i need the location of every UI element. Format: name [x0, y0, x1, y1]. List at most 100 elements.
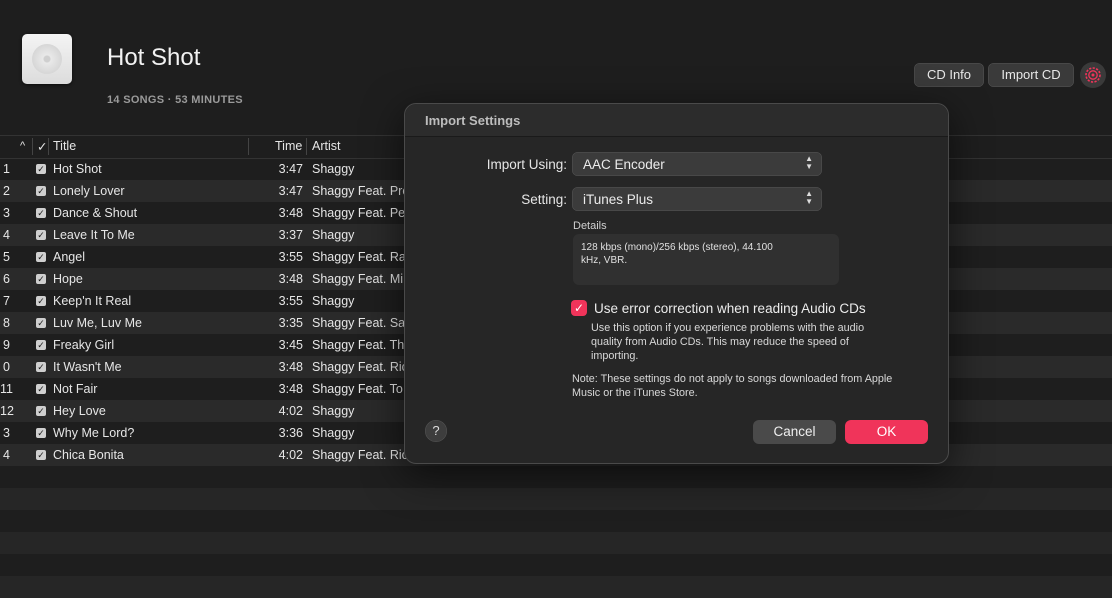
track-title: It Wasn't Me [53, 360, 122, 374]
track-title: Luv Me, Luv Me [53, 316, 142, 330]
track-number: 3 [3, 426, 10, 440]
track-number: 11 [0, 382, 13, 396]
import-settings-button[interactable] [1080, 62, 1106, 88]
chevron-updown-icon: ▲ ▼ [805, 154, 813, 171]
track-title: Lonely Lover [53, 184, 125, 198]
dialog-titlebar: Import Settings [405, 104, 948, 137]
track-artist: Shaggy Feat. To [312, 382, 403, 396]
cd-info-button[interactable]: CD Info [914, 63, 984, 87]
error-correction-help: Use this option if you experience proble… [591, 322, 865, 362]
album-meta: 14 SONGS · 53 MINUTES [107, 94, 243, 106]
track-title: Hope [53, 272, 83, 286]
track-title: Why Me Lord? [53, 426, 135, 440]
track-checkbox[interactable]: ✓ [36, 230, 46, 240]
track-artist: Shaggy Feat. Mi [312, 272, 404, 286]
track-checkbox[interactable]: ✓ [36, 450, 46, 460]
details-text-line: kHz, VBR. [581, 255, 628, 266]
empty-row [0, 576, 1112, 598]
import-using-select[interactable]: AAC Encoder ▲ ▼ [572, 152, 822, 176]
track-time: 3:47 [278, 184, 303, 198]
import-settings-dialog: Import Settings Import Using: AAC Encode… [404, 103, 949, 464]
track-number: 4 [3, 448, 10, 462]
track-artist: Shaggy Feat. Pre [312, 184, 410, 198]
track-checkbox[interactable]: ✓ [36, 252, 46, 262]
track-title: Chica Bonita [53, 448, 124, 462]
error-correction-checkbox[interactable]: ✓ [571, 300, 587, 316]
cd-artwork [22, 34, 72, 84]
track-time: 3:55 [278, 250, 303, 264]
track-time: 3:47 [278, 162, 303, 176]
track-number: 4 [3, 228, 10, 242]
track-artist: Shaggy Feat. Ra [312, 250, 406, 264]
track-artist: Shaggy [312, 294, 355, 308]
track-artist: Shaggy Feat. Ric [312, 360, 408, 374]
setting-select[interactable]: iTunes Plus ▲ ▼ [572, 187, 822, 211]
track-title: Hey Love [53, 404, 106, 418]
cd-disc-icon [32, 44, 62, 74]
track-time: 3:48 [278, 360, 303, 374]
import-using-label: Import Using: [486, 157, 567, 172]
track-number: 8 [3, 316, 10, 330]
cancel-button[interactable]: Cancel [753, 420, 836, 444]
settings-note: Note: These settings do not apply to son… [572, 373, 893, 399]
dialog-title: Import Settings [425, 113, 521, 128]
track-checkbox[interactable]: ✓ [36, 362, 46, 372]
album-title: Hot Shot [107, 44, 201, 71]
empty-row [0, 532, 1112, 554]
track-number: 2 [3, 184, 10, 198]
track-title: Not Fair [53, 382, 98, 396]
column-header-time[interactable]: Time [275, 139, 302, 153]
column-header-check[interactable]: ✓ [37, 139, 47, 154]
track-title: Hot Shot [53, 162, 102, 176]
details-text-line: 128 kbps (mono)/256 kbps (stereo), 44.10… [581, 242, 773, 253]
track-checkbox[interactable]: ✓ [36, 296, 46, 306]
track-time: 3:36 [278, 426, 303, 440]
track-artist: Shaggy Feat. Th [312, 338, 405, 352]
track-number: 5 [3, 250, 10, 264]
column-header-artist[interactable]: Artist [312, 139, 340, 153]
setting-label: Setting: [521, 192, 567, 207]
track-time: 3:48 [278, 272, 303, 286]
track-title: Freaky Girl [53, 338, 115, 352]
column-header-title[interactable]: Title [53, 139, 76, 153]
empty-row [0, 554, 1112, 576]
track-checkbox[interactable]: ✓ [36, 318, 46, 328]
track-checkbox[interactable]: ✓ [36, 186, 46, 196]
track-artist: Shaggy Feat. Ric [312, 448, 408, 462]
track-artist: Shaggy [312, 162, 355, 176]
track-number: 9 [3, 338, 10, 352]
track-checkbox[interactable]: ✓ [36, 208, 46, 218]
track-time: 4:02 [278, 404, 303, 418]
track-checkbox[interactable]: ✓ [36, 164, 46, 174]
track-checkbox[interactable]: ✓ [36, 274, 46, 284]
empty-row [0, 488, 1112, 510]
track-title: Leave It To Me [53, 228, 135, 242]
import-cd-button[interactable]: Import CD [988, 63, 1074, 87]
track-checkbox[interactable]: ✓ [36, 428, 46, 438]
import-using-value: AAC Encoder [583, 157, 665, 172]
track-time: 3:45 [278, 338, 303, 352]
help-button[interactable]: ? [425, 420, 447, 442]
sort-indicator[interactable]: ^ [20, 140, 25, 152]
track-number: 6 [3, 272, 10, 286]
track-time: 3:48 [278, 382, 303, 396]
track-artist: Shaggy Feat. Pe [312, 206, 406, 220]
ok-button[interactable]: OK [845, 420, 928, 444]
error-correction-label[interactable]: Use error correction when reading Audio … [594, 301, 866, 316]
track-number: 3 [3, 206, 10, 220]
empty-row [0, 466, 1112, 488]
details-label: Details [573, 220, 607, 232]
track-artist: Shaggy Feat. Sa [312, 316, 406, 330]
track-checkbox[interactable]: ✓ [36, 406, 46, 416]
track-number: 1 [3, 162, 10, 176]
track-checkbox[interactable]: ✓ [36, 340, 46, 350]
column-divider [248, 138, 249, 155]
track-checkbox[interactable]: ✓ [36, 384, 46, 394]
setting-value: iTunes Plus [583, 192, 654, 207]
track-number: 0 [3, 360, 10, 374]
track-time: 3:55 [278, 294, 303, 308]
column-divider [306, 138, 307, 155]
track-time: 3:35 [278, 316, 303, 330]
empty-row [0, 510, 1112, 532]
track-title: Keep'n It Real [53, 294, 132, 308]
